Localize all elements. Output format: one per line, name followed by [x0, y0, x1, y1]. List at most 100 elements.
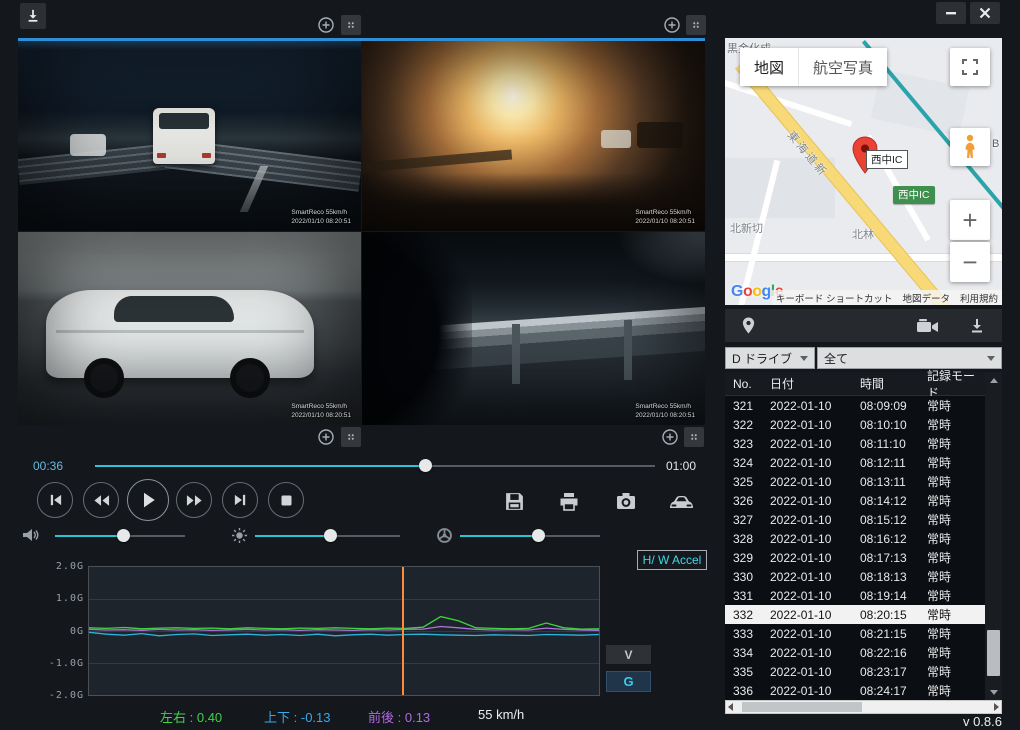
skip-end-button[interactable]: [222, 482, 258, 518]
fullscreen-button-cam3[interactable]: [341, 427, 361, 447]
arrow-down-icon: [990, 690, 998, 695]
stat-speed: 55 km/h: [478, 707, 524, 722]
video-overlay-text: SmartReco 55km/h2022/01/10 08:20:51: [635, 209, 695, 227]
table-row[interactable]: 329 2022-01-10 08:17:13 常時: [725, 548, 985, 567]
table-row[interactable]: 336 2022-01-10 08:24:17 常時: [725, 681, 985, 700]
map-canvas[interactable]: 東海道新 黒金化成 北新切 北林 B 西中IC 西中IC 地図 航空写真 + −…: [725, 38, 1002, 305]
vehicle-view-button[interactable]: [666, 489, 696, 513]
table-row[interactable]: 323 2022-01-10 08:11:10 常時: [725, 434, 985, 453]
video-rear-camera[interactable]: SmartReco 55km/h2022/01/10 08:20:51: [362, 38, 705, 231]
table-row[interactable]: 325 2022-01-10 08:13:11 常時: [725, 472, 985, 491]
progress-thumb[interactable]: [419, 459, 432, 472]
drive-select[interactable]: D ドライブ: [725, 347, 815, 369]
file-download-button[interactable]: [966, 315, 988, 337]
keyboard-shortcuts-link[interactable]: キーボード ショートカット: [776, 291, 893, 305]
zoom-in-button-cam4[interactable]: [660, 427, 680, 447]
table-row[interactable]: 333 2022-01-10 08:21:15 常時: [725, 624, 985, 643]
ytick-0g: 0G: [28, 626, 84, 637]
table-row[interactable]: 334 2022-01-10 08:22:16 常時: [725, 643, 985, 662]
file-table-body: 321 2022-01-10 08:09:09 常時 322 2022-01-1…: [725, 396, 985, 700]
map-data-link[interactable]: 地図データ: [902, 291, 950, 305]
table-vscrollbar[interactable]: [985, 372, 1002, 700]
map-tab-satellite[interactable]: 航空写真: [799, 48, 887, 86]
stop-button[interactable]: [268, 482, 304, 518]
app-version: v 0.8.6: [940, 714, 1002, 729]
rewind-button[interactable]: [83, 482, 119, 518]
arrow-right-icon: [994, 703, 999, 711]
scroll-down-button[interactable]: [985, 684, 1002, 700]
scroll-up-button[interactable]: [985, 372, 1002, 388]
table-row[interactable]: 321 2022-01-10 08:09:09 常時: [725, 396, 985, 415]
brightness-thumb[interactable]: [324, 529, 337, 542]
fullscreen-button-cam2[interactable]: [686, 15, 706, 35]
table-row[interactable]: 322 2022-01-10 08:10:10 常時: [725, 415, 985, 434]
volume-thumb[interactable]: [117, 529, 130, 542]
gsensor-mode-button[interactable]: G: [606, 671, 651, 692]
minimize-icon: [945, 7, 957, 19]
save-button[interactable]: [501, 488, 527, 514]
scroll-left-button[interactable]: [728, 701, 733, 713]
table-hscrollbar[interactable]: [725, 700, 1002, 714]
close-button[interactable]: [970, 2, 1000, 24]
brightness-fill: [255, 535, 330, 537]
progress-slider[interactable]: [95, 459, 655, 473]
vscroll-thumb[interactable]: [987, 630, 1000, 676]
map-zoom-out-button[interactable]: −: [950, 242, 990, 282]
video-right-camera[interactable]: SmartReco 55km/h2022/01/10 08:20:51: [362, 232, 705, 425]
snapshot-button[interactable]: [613, 488, 639, 514]
table-row[interactable]: 332 2022-01-10 08:20:15 常時: [725, 605, 985, 624]
map-zoom-in-button[interactable]: +: [950, 200, 990, 240]
zoom-in-button-cam2[interactable]: [662, 15, 682, 35]
video-mode-button[interactable]: V: [606, 645, 651, 664]
stat-vertical: 上下 : -0.13: [264, 707, 331, 726]
download-icon: [26, 8, 40, 24]
chart-cursor: [402, 567, 404, 695]
table-row[interactable]: 324 2022-01-10 08:12:11 常時: [725, 453, 985, 472]
camera-select-button[interactable]: [914, 315, 940, 337]
table-row[interactable]: 326 2022-01-10 08:14:12 常時: [725, 491, 985, 510]
ytick-neg1g: -1.0G: [28, 658, 84, 669]
table-row[interactable]: 335 2022-01-10 08:23:17 常時: [725, 662, 985, 681]
car-wheel-front: [84, 358, 124, 398]
rewind-icon: [93, 494, 110, 507]
zoom-plus-icon: [317, 16, 335, 34]
zoom-in-button-cam1[interactable]: [316, 15, 336, 35]
fast-forward-button[interactable]: [176, 482, 212, 518]
play-button[interactable]: [127, 479, 169, 521]
table-row[interactable]: 328 2022-01-10 08:16:12 常時: [725, 529, 985, 548]
map-tab-map[interactable]: 地図: [740, 48, 798, 86]
zoom-plus-icon: [317, 428, 335, 446]
terms-link[interactable]: 利用規約: [960, 291, 998, 305]
car-icon: [668, 492, 695, 511]
volume-slider[interactable]: [55, 529, 185, 543]
table-row[interactable]: 331 2022-01-10 08:19:14 常時: [725, 586, 985, 605]
print-button[interactable]: [556, 488, 582, 514]
hscroll-thumb[interactable]: [742, 702, 862, 712]
col-no: No.: [725, 377, 763, 391]
video-front-camera[interactable]: SmartReco 55km/h2022/01/10 08:20:51: [18, 38, 361, 231]
zoom-in-button-cam3[interactable]: [316, 427, 336, 447]
fullscreen-icon: [347, 18, 355, 32]
speed-thumb[interactable]: [532, 529, 545, 542]
sky-corner: [615, 232, 705, 286]
skip-start-button[interactable]: [37, 482, 73, 518]
scroll-right-button[interactable]: [994, 701, 999, 713]
pegman-icon: [962, 134, 978, 160]
map-marker-label: 西中IC: [866, 150, 908, 169]
export-download-button[interactable]: [20, 3, 46, 29]
table-row[interactable]: 330 2022-01-10 08:18:13 常時: [725, 567, 985, 586]
video-left-camera[interactable]: SmartReco 55km/h2022/01/10 08:20:51: [18, 232, 361, 425]
street-view-pegman-button[interactable]: [950, 128, 990, 166]
video-overlay-text: SmartReco 55km/h2022/01/10 08:20:51: [291, 403, 351, 421]
printer-icon: [558, 491, 580, 512]
show-route-pin-button[interactable]: [737, 315, 759, 337]
fullscreen-button-cam1[interactable]: [341, 15, 361, 35]
speed-slider[interactable]: [460, 529, 600, 543]
minimize-button[interactable]: [936, 2, 966, 24]
speed-fill: [460, 535, 538, 537]
table-row[interactable]: 327 2022-01-10 08:15:12 常時: [725, 510, 985, 529]
fullscreen-button-cam4[interactable]: [684, 427, 704, 447]
brightness-slider[interactable]: [255, 529, 400, 543]
map-fullscreen-button[interactable]: [950, 48, 990, 86]
hw-accel-button[interactable]: H/ W Accel: [637, 550, 707, 570]
